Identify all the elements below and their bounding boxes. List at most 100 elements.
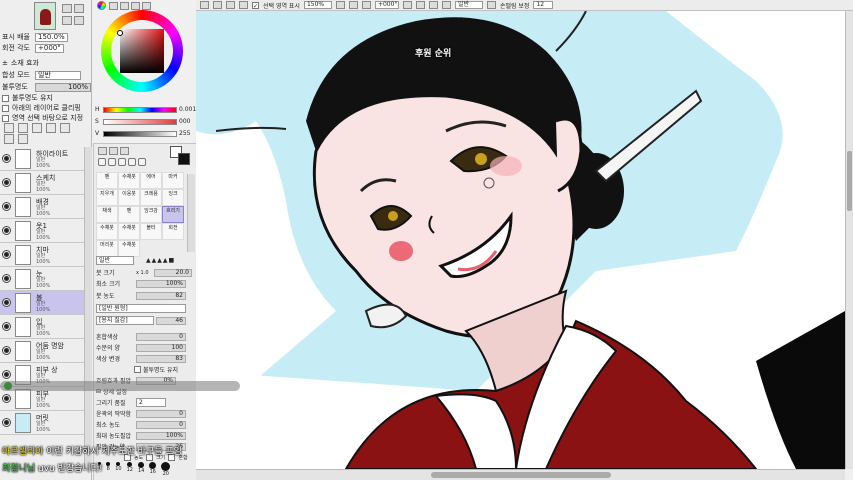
redo-icon[interactable]	[213, 1, 222, 9]
zoom-field[interactable]: 150.0%	[35, 32, 68, 42]
eye-icon[interactable]	[2, 274, 11, 283]
brush-slot[interactable]: 수채붓	[96, 223, 118, 240]
brush-mode-select[interactable]: 일반	[96, 256, 134, 265]
brush-slot[interactable]: 수채붓	[118, 223, 140, 240]
scrollbar-thumb[interactable]	[847, 151, 852, 211]
new-folder-icon[interactable]	[32, 123, 42, 133]
layer-opacity-slider[interactable]: 100%	[35, 82, 91, 92]
layer-item[interactable]: 스케치 일반 100%	[0, 171, 92, 195]
size-preset[interactable]: 20	[161, 462, 171, 477]
zoom-out-icon[interactable]	[335, 1, 345, 9]
eye-icon[interactable]	[2, 298, 11, 307]
max-density-slider[interactable]: 100%	[136, 431, 186, 440]
brush-slot[interactable]: 마커	[162, 172, 184, 189]
layer-item[interactable]: 하이라이트 일반 100%	[0, 147, 92, 171]
zoom-reset-icon[interactable]	[361, 1, 371, 9]
canvas-vertical-scrollbar[interactable]	[845, 11, 853, 469]
layer-item-selected[interactable]: 볼 일반 100%	[0, 291, 92, 315]
brush-size-multiplier[interactable]: x 1.0	[136, 270, 154, 276]
density-slider[interactable]: 82	[136, 291, 186, 300]
drawing-canvas[interactable]	[196, 11, 845, 469]
brush-grid-scrollbar[interactable]	[187, 174, 195, 252]
hand-icon[interactable]	[128, 158, 136, 166]
eye-icon[interactable]	[2, 370, 11, 379]
checkbox-icon[interactable]	[2, 104, 9, 112]
size-preset[interactable]: 10	[115, 462, 122, 477]
brush-slot[interactable]: 에어	[140, 172, 162, 189]
brush-slot-selected[interactable]: 흐리기	[162, 206, 184, 223]
navigator-rotate-right-button[interactable]	[74, 16, 84, 25]
eye-icon[interactable]	[2, 322, 11, 331]
brush-slot[interactable]: 채색	[96, 206, 118, 223]
sv-picker-cursor-icon[interactable]	[117, 30, 123, 36]
blend-mode-select[interactable]: 일반	[35, 70, 81, 80]
blend-slider[interactable]: 0	[136, 332, 186, 341]
size-preset[interactable]: 16	[149, 462, 157, 477]
option-selection-source[interactable]: 영역 선택 바탕으로 지정	[2, 113, 83, 123]
layer-item[interactable]: 입 일반 100%	[0, 315, 92, 339]
saturation-slider[interactable]	[103, 119, 177, 125]
merge-down-icon[interactable]	[60, 123, 70, 133]
brush-slot[interactable]: 이응붓	[118, 189, 140, 206]
layer-effect-row[interactable]: ± 소재 효과	[2, 58, 39, 68]
invert-selection-icon[interactable]	[239, 1, 248, 9]
water-slider[interactable]: 100	[136, 343, 186, 352]
hue-slider[interactable]	[103, 107, 177, 113]
brush-slot[interactable]: 머리붓	[96, 240, 118, 257]
navigator-thumbnail[interactable]	[34, 2, 56, 30]
rotation-reset-icon[interactable]	[428, 1, 438, 9]
navigator-rotate-left-button[interactable]	[62, 16, 72, 25]
brush-slot[interactable]: 크레용	[140, 189, 162, 206]
canvas-horizontal-scrollbar[interactable]	[196, 469, 845, 480]
color-wheel-toggle-icon[interactable]	[97, 1, 106, 10]
layer-item[interactable]: 배경 일반 100%	[0, 195, 92, 219]
color-change-slider[interactable]: 83	[136, 354, 186, 363]
scratchpad-icon[interactable]	[142, 2, 151, 10]
layer-item[interactable]: 머릿 일반 100%	[0, 411, 92, 435]
brush-slot[interactable]: 펜	[96, 172, 118, 189]
texture-select[interactable]: [용지 질감]	[96, 316, 154, 325]
rotate-cw-icon[interactable]	[415, 1, 425, 9]
quality-select[interactable]: 2	[136, 398, 166, 407]
eye-icon[interactable]	[2, 202, 11, 211]
brush-slot[interactable]: 펜	[118, 206, 140, 223]
zoom-in-icon[interactable]	[348, 1, 358, 9]
option-clipping[interactable]: 아래의 레이어로 클리핑	[2, 103, 81, 113]
new-linework-layer-icon[interactable]	[18, 123, 28, 133]
rgb-slider-icon[interactable]	[109, 2, 118, 10]
view-mode-select[interactable]: 일반	[454, 1, 483, 9]
layer-list-scrollbar[interactable]	[84, 147, 92, 467]
brush-tip-shapes-icon[interactable]: ▲▲▲▲■	[146, 257, 175, 264]
pen-pressure-icon[interactable]	[486, 1, 496, 9]
checkbox-icon[interactable]	[134, 366, 141, 373]
layer-item[interactable]: 눈 일반 100%	[0, 267, 92, 291]
eye-icon[interactable]	[2, 154, 11, 163]
zoom-select[interactable]: 150%	[303, 1, 332, 9]
navigator-zoom-in-button[interactable]	[62, 4, 72, 13]
transfer-down-icon[interactable]	[46, 123, 56, 133]
option-keep-opacity[interactable]: 불투명도 유지	[2, 93, 53, 103]
eye-icon[interactable]	[2, 418, 11, 427]
rotation-select[interactable]: +000°	[374, 1, 399, 9]
clear-layer-icon[interactable]	[4, 134, 14, 144]
navigator-zoom-out-button[interactable]	[74, 4, 84, 13]
eye-icon[interactable]	[2, 178, 11, 187]
brush-slot[interactable]: 수채붓	[118, 240, 140, 257]
brush-size-slider[interactable]: 20.0	[154, 268, 192, 277]
rotate-ccw-icon[interactable]	[402, 1, 412, 9]
brush-slot[interactable]: 잉크	[162, 189, 184, 206]
min-density-slider[interactable]: 0	[136, 420, 186, 429]
keep-opacity-row[interactable]: 불투명도 유지	[134, 365, 178, 374]
layer-item[interactable]: 어둠 명암 일반 100%	[0, 339, 92, 363]
move-icon[interactable]	[98, 158, 106, 166]
checkbox-icon[interactable]	[2, 94, 9, 102]
undo-icon[interactable]	[200, 1, 209, 9]
eye-icon[interactable]	[2, 346, 11, 355]
brush-slot[interactable]: 지우개	[96, 189, 118, 206]
swatch-icon[interactable]	[131, 2, 140, 10]
brush-slot[interactable]: 수채붓	[118, 172, 140, 189]
brush-slot[interactable]: 잉크강	[140, 206, 162, 223]
rotate-icon[interactable]	[118, 158, 126, 166]
size-preset[interactable]: 14	[138, 462, 144, 477]
delete-layer-icon[interactable]	[18, 134, 28, 144]
